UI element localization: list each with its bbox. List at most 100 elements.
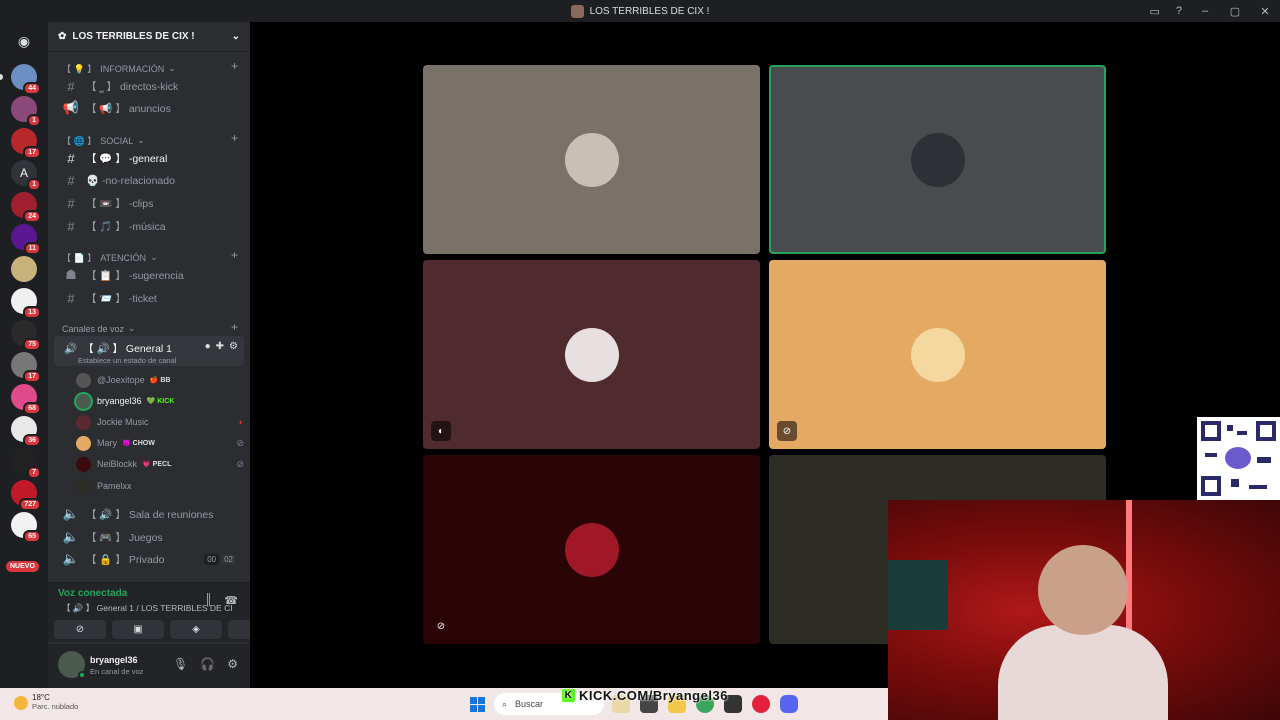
gear-icon[interactable]: ⚙ [227, 657, 238, 671]
participant-tile[interactable] [423, 65, 760, 254]
mention-badge: 65 [23, 530, 41, 543]
opera-icon[interactable] [752, 695, 770, 713]
voice-channel-juegos[interactable]: 🔈 【 🎮 】 Juegos [58, 527, 244, 547]
channel-directos-kick[interactable]: # 【 ⎵ 】 directos-kick [58, 76, 244, 96]
category-icon: 【 🌐 】 [62, 136, 97, 146]
add-channel-icon[interactable]: + [231, 131, 238, 145]
voice-user[interactable]: Pamelxx [76, 476, 244, 496]
channel-sugerencia[interactable]: ☗ 【 📋 】 -sugerencia [58, 265, 244, 285]
user-panel: bryangel36 En canal de voz 🎙 🎧 ⚙ [48, 644, 250, 688]
server-icon[interactable]: A1 [11, 160, 41, 191]
channel-status[interactable]: Establece un estado de canal [78, 356, 176, 365]
voice-channel-general-1[interactable]: 🔊 【 🔊 】 General 1 Establece un estado de … [54, 336, 244, 366]
server-icon[interactable]: 7 [11, 448, 41, 479]
server-icon[interactable]: 65 [11, 512, 41, 543]
server-icon[interactable]: 11 [11, 224, 41, 255]
person-head [1038, 545, 1128, 635]
server-icon[interactable]: 1 [11, 96, 41, 127]
speaker-icon: 🔊 [64, 343, 78, 355]
hash-icon: # [67, 78, 75, 94]
server-icon[interactable] [11, 256, 37, 282]
channel-label: 【 🎮 】 Juegos [86, 531, 163, 544]
search-label: Buscar [515, 699, 544, 709]
server-icon[interactable]: 13 [11, 288, 41, 319]
participant-tile-speaking[interactable] [769, 65, 1106, 254]
activity-button[interactable]: ◈ [170, 620, 222, 639]
add-channel-icon[interactable]: + [231, 248, 238, 262]
weather-widget[interactable]: 18°C Parc. nublado [14, 693, 78, 711]
weather-icon [14, 696, 28, 710]
channel-musica[interactable]: # 【 🎵 】 -música [58, 216, 244, 236]
server-icon[interactable]: 727 [11, 480, 41, 511]
noise-suppression-icon[interactable]: ║ [205, 594, 213, 607]
voice-connected-label[interactable]: Voz conectada [58, 588, 127, 599]
voice-user-name: Mary [97, 438, 117, 448]
chevron-down-icon: ⌄ [150, 252, 158, 262]
voice-connection-panel: Voz conectada 【 🔊 】 General 1 / LOS TERR… [48, 582, 280, 642]
minimize-button[interactable]: – [1198, 5, 1212, 17]
server-header[interactable]: ✿ LOS TERRIBLES DE CIX ! ⌄ [48, 22, 250, 52]
disconnect-icon[interactable]: ☎ [224, 594, 238, 607]
category-info[interactable]: 【 💡 】 INFORMACIÓN ⌄ [62, 62, 176, 75]
category-label: INFORMACIÓN [100, 63, 165, 74]
channel-clips[interactable]: # 【 📼 】 -clips [58, 193, 244, 213]
person-body [998, 625, 1168, 720]
channel-no-relacionado[interactable]: # 💀 -no-relacionado [58, 170, 244, 190]
discord-icon[interactable] [780, 695, 798, 713]
user-name[interactable]: bryangel36 [90, 655, 138, 665]
channel-anuncios[interactable]: 📢 【 📢 】 anuncios [58, 98, 244, 118]
add-channel-icon[interactable]: + [231, 59, 238, 73]
close-button[interactable]: ✕ [1258, 5, 1272, 18]
search-icon: ⌕ [502, 698, 508, 709]
discord-home-icon[interactable]: ◉ [11, 28, 37, 54]
channel-ticket[interactable]: # 【 📨 】 -ticket [58, 288, 244, 308]
help-icon[interactable]: ? [1176, 5, 1182, 17]
channel-general[interactable]: # 【 💬 】 -general [58, 148, 244, 168]
participant-tile[interactable]: ⊘ [769, 260, 1106, 449]
server-icon[interactable]: 36 [11, 416, 41, 447]
server-icon[interactable]: 17 [11, 128, 41, 159]
channel-label: 【 ⎵ 】 directos-kick [86, 80, 179, 93]
invite-icon[interactable]: ✚ [216, 341, 224, 352]
server-icon[interactable]: 68 [11, 384, 41, 415]
mention-badge: 727 [19, 498, 41, 511]
windows-start-icon[interactable] [470, 697, 485, 712]
speaker-icon: 🔈 [62, 506, 80, 521]
voice-channel-privado[interactable]: 🔈 【 🔒 】 Privado 00 02 [58, 549, 244, 569]
avatar [910, 132, 965, 187]
server-icon[interactable]: 17 [11, 352, 41, 383]
microphone-icon[interactable]: 🎙 [173, 657, 188, 671]
server-icon[interactable]: 75 [11, 320, 41, 351]
megaphone-icon: 📢 [62, 100, 80, 115]
voice-user[interactable]: bryangel36 💚 KICK [76, 391, 244, 411]
headphones-icon[interactable]: 🎧 [200, 657, 215, 671]
participant-tile[interactable]: ◐ [423, 260, 760, 449]
forum-icon: ☗ [65, 267, 77, 282]
camera-button[interactable]: ⊘ [54, 620, 106, 639]
gear-icon[interactable]: ⚙ [229, 341, 238, 352]
voice-user[interactable]: Jockie Music ◐ [76, 412, 244, 432]
voice-user[interactable]: Mary 😈 CHOW ⊘ [76, 433, 244, 453]
hash-icon: # [67, 195, 75, 211]
server-icon[interactable]: 24 [11, 192, 41, 223]
add-channel-icon[interactable]: + [231, 320, 238, 334]
voice-user[interactable]: NeiBlockk 💗 PECL ⊘ [76, 454, 244, 474]
channel-label: 【 🎵 】 -música [86, 220, 166, 233]
participant-tile[interactable]: ⊘ [423, 455, 760, 644]
server-icon[interactable]: 44 [0, 64, 41, 95]
category-social[interactable]: 【 🌐 】 SOCIAL ⌄ [62, 134, 145, 147]
server-name: LOS TERRIBLES DE CIX ! [72, 31, 195, 42]
category-voice[interactable]: Canales de voz ⌄ [62, 323, 136, 334]
maximize-button[interactable]: ▢ [1228, 5, 1242, 18]
inbox-icon[interactable]: ▭ [1149, 5, 1159, 18]
qr-code [1197, 417, 1280, 500]
chat-icon[interactable]: ● [205, 341, 211, 352]
voice-user[interactable]: @Joexitope 🍎 BB [76, 370, 244, 390]
screenshare-button[interactable]: ▣ [112, 620, 164, 639]
hash-icon: # [67, 218, 75, 234]
category-icon: 【 💡 】 [62, 64, 97, 74]
category-attention[interactable]: 【 📄 】 ATENCIÓN ⌄ [62, 251, 158, 264]
muted-icon: ⊘ [236, 458, 244, 469]
voice-channel-sala[interactable]: 🔈 【 🔊 】 Sala de reuniones [58, 504, 244, 524]
avatar [76, 372, 91, 388]
